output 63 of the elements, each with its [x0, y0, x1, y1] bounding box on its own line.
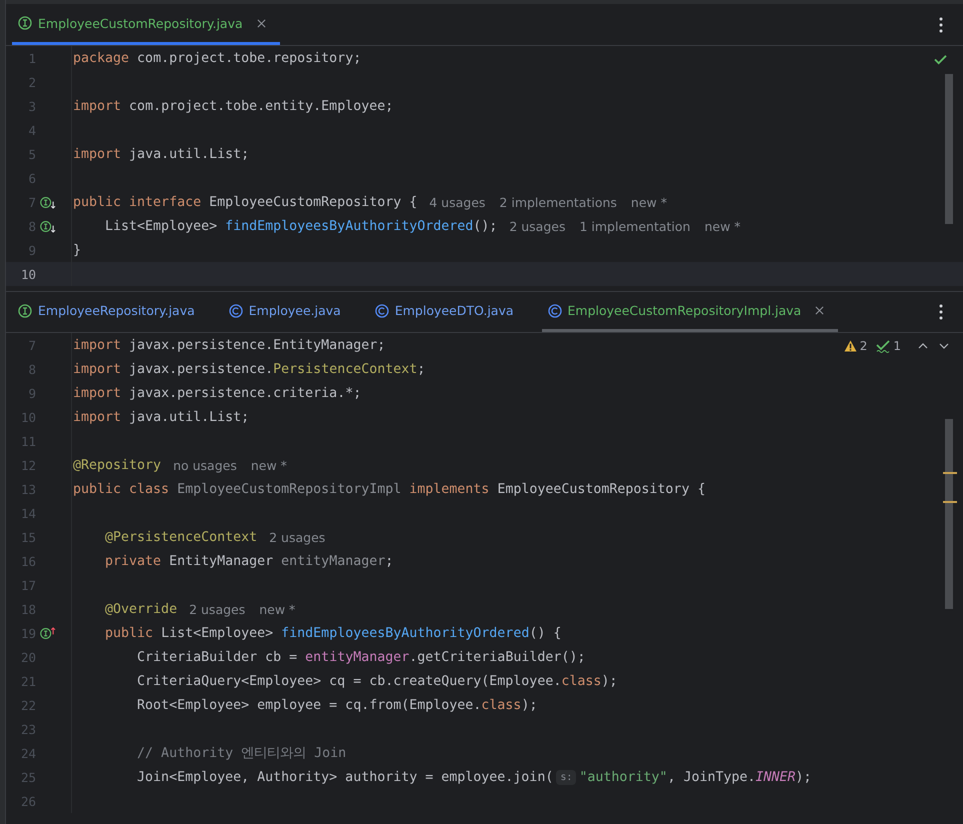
- inlay-hint[interactable]: 2 usages: [189, 602, 246, 616]
- code-text: CriteriaBuilder cb = entityManager.getCriteriaBuilder();: [136, 650, 586, 664]
- code-text: Join<Employee, Authority> authority = employee.join(: [136, 770, 554, 784]
- file-tab[interactable]: EmployeeCustomRepository.java: [12, 4, 280, 45]
- code-text: import com.project.tobe.entity.Employee;: [73, 98, 394, 114]
- warning-marker[interactable]: [943, 472, 957, 474]
- file-tab[interactable]: EmployeeDTO.java: [368, 292, 528, 332]
- code-text: import javax.persistence.PersistenceContext;: [73, 362, 426, 376]
- scrollbar-thumb[interactable]: [945, 74, 953, 224]
- scrollbar-thumb[interactable]: [945, 419, 953, 609]
- inlay-hint[interactable]: 2 usages: [509, 218, 566, 234]
- inlay-hint[interactable]: new *: [704, 218, 741, 234]
- code-text: CriteriaQuery<Employee> cq = cb.createQuery(Employee.class);: [136, 674, 618, 688]
- inlay-hint[interactable]: new *: [259, 602, 296, 616]
- implements-up-icon[interactable]: [40, 626, 57, 640]
- inlay-hint[interactable]: 2 implementations: [499, 194, 617, 210]
- inlay-hint[interactable]: 1 implementation: [579, 218, 690, 234]
- code-text: import java.util.List;: [73, 146, 250, 162]
- interface-icon: [18, 16, 32, 30]
- next-icon[interactable]: [939, 343, 949, 349]
- code-text: Root<Employee> employee = cq.from(Employee.class);: [136, 698, 538, 712]
- inlay-hint[interactable]: new *: [630, 194, 667, 210]
- code-text: @PersistenceContext: [104, 530, 258, 544]
- code-text: @Override: [104, 602, 178, 616]
- code-text: package com.project.tobe.repository;: [73, 50, 362, 66]
- weak-warning-icon[interactable]: [876, 339, 890, 353]
- file-tab[interactable]: EmployeeRepository.java: [12, 292, 209, 332]
- warning-icon[interactable]: [844, 340, 857, 352]
- code-text: import java.util.List;: [73, 410, 250, 424]
- more-options-icon[interactable]: [939, 16, 943, 32]
- inlay-hint[interactable]: new *: [250, 458, 287, 472]
- class-icon: [548, 304, 562, 318]
- more-options-icon[interactable]: [939, 304, 943, 320]
- file-tab[interactable]: EmployeeCustomRepositoryImpl.java: [542, 292, 838, 332]
- check-icon[interactable]: [934, 54, 947, 65]
- code-text: List<Employee> findEmployeesByAuthorityOrdered();: [104, 218, 498, 234]
- file-tab[interactable]: Employee.java: [222, 292, 355, 332]
- code-text: "authority", JoinType.INNER);: [579, 770, 812, 784]
- inlay-hint[interactable]: no usages: [173, 458, 237, 472]
- code-text: private EntityManager entityManager;: [104, 554, 394, 568]
- code-text: @Repository: [73, 458, 162, 472]
- line-number: 10: [20, 266, 36, 282]
- previous-icon[interactable]: [918, 343, 928, 349]
- inlay-hint[interactable]: 4 usages: [429, 194, 486, 210]
- interface-icon: [18, 304, 32, 318]
- class-icon: [228, 304, 243, 318]
- implemented-down-icon[interactable]: [40, 220, 57, 232]
- weak-warning-count: 1: [893, 339, 901, 353]
- warning-marker[interactable]: [943, 501, 957, 503]
- warning-count: 2: [860, 339, 868, 353]
- code-text: import javax.persistence.criteria.*;: [73, 386, 362, 400]
- implemented-down-icon[interactable]: [40, 196, 57, 208]
- code-text: public interface EmployeeCustomRepository {: [73, 194, 418, 210]
- parameter-hint: s:: [556, 770, 576, 784]
- code-text: public class EmployeeCustomRepositoryImpl implements EmployeeCustomRepository {: [73, 482, 706, 496]
- class-icon: [374, 304, 389, 318]
- code-text: import javax.persistence.EntityManager;: [73, 338, 386, 352]
- close-icon[interactable]: [256, 18, 266, 28]
- code-text: // Authority 엔티티와의 Join: [136, 745, 346, 762]
- inlay-hint[interactable]: 2 usages: [269, 530, 326, 544]
- code-text: }: [73, 242, 82, 258]
- code-text: public List<Employee> findEmployeesByAuthorityOrdered() {: [104, 626, 562, 640]
- close-icon[interactable]: [815, 306, 824, 315]
